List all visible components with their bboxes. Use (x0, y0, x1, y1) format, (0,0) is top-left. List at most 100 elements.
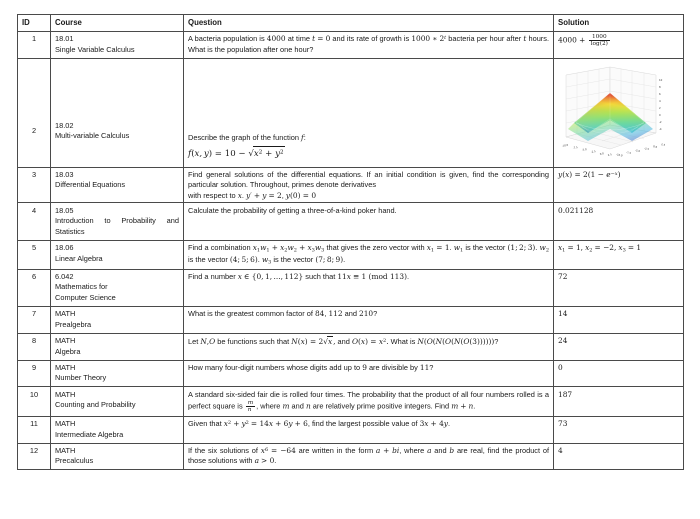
svg-text:-2.5: -2.5 (590, 149, 596, 154)
svg-text:2.5: 2.5 (607, 152, 612, 157)
cell-question: Find general solutions of the differenti… (183, 166, 554, 204)
question-text: Find general solutions of the differenti… (188, 169, 549, 190)
cell-id: 11 (17, 415, 51, 444)
svg-text:2: 2 (659, 106, 661, 110)
cell-solution: 24 (553, 332, 684, 361)
course-code: MATH (55, 336, 76, 345)
course-name: Precalculus (55, 456, 94, 466)
solution-text: 0.021128 (558, 205, 594, 215)
table-row: 5 18.06 Linear Algebra Find a combinatio… (17, 239, 684, 270)
svg-text:-2.5: -2.5 (643, 146, 649, 151)
cell-id: 1 (17, 30, 51, 59)
table-figure: ID Course Question Solution 1 18.01 Sing… (17, 14, 684, 471)
cell-id: 4 (17, 202, 51, 241)
cell-question: How many four-digit numbers whose digits… (183, 359, 554, 388)
column-header-question: Question (183, 14, 554, 32)
cell-question: What is the greatest common factor of 84… (183, 306, 554, 334)
cell-solution: 14 (553, 306, 684, 334)
cell-id: 5 (17, 239, 51, 270)
table-row: 2 18.02 Multi-variable Calculus Describe… (17, 57, 684, 168)
solution-text: 72 (558, 271, 568, 281)
course-code: MATH (55, 389, 76, 399)
svg-text:4: 4 (659, 99, 661, 103)
cell-solution: 0.021128 (553, 202, 684, 241)
course-name-2: Computer Science (55, 292, 116, 302)
svg-text:-2: -2 (659, 120, 662, 124)
course-code: MATH (55, 362, 76, 372)
cell-course: MATH Number Theory (50, 359, 184, 388)
cone-surface-plot: 10 8 64 20 -2 -4 -10.0 -7.5 -5.0 -2.5 0.… (558, 63, 680, 164)
table-row: 12 MATH Precalculus If the six solutions… (17, 442, 684, 471)
cell-question: Find a combination x1w1 + x2w2 + x3w3 th… (183, 239, 554, 270)
solution-text: 14 (558, 309, 568, 319)
svg-text:8: 8 (659, 85, 661, 89)
table-row: 8 MATH Algebra Let N,O be functions such… (17, 332, 684, 361)
z-axis-ticks: 10 8 6 4 2 0 -2 -4 (659, 78, 663, 131)
course-code: 18.06 (55, 242, 74, 252)
cell-question: Given that x2 + y2 = 14x + 6y + 6, find … (183, 415, 554, 444)
solution-text: 4000 + 1000 log(2) (558, 34, 610, 48)
course-code: MATH (55, 419, 76, 429)
course-name: Multi-variable Calculus (55, 131, 130, 141)
course-name: Introduction to Probability and Statisti… (55, 216, 179, 236)
svg-text:-7.5: -7.5 (625, 150, 631, 155)
table-row: 1 18.01 Single Variable Calculus A bacte… (17, 30, 684, 59)
question-text: Given that x2 + y2 = 14x + 6y + 6, find … (188, 419, 451, 429)
solution-text: 24 (558, 336, 568, 345)
column-header-id: ID (17, 14, 51, 32)
question-text-clipped: with respect to x. y′ + y = 2, y(0) = 0 (188, 190, 317, 200)
solution-text: 73 (558, 419, 568, 429)
course-code: 18.03 (55, 169, 74, 179)
question-text: A standard six-sided fair die is rolled … (188, 389, 549, 414)
cell-solution-figure: 10 8 64 20 -2 -4 -10.0 -7.5 -5.0 -2.5 0.… (553, 57, 684, 168)
table-body: 1 18.01 Single Variable Calculus A bacte… (17, 30, 684, 471)
question-text: Find a number x ∈ {0, 1, ..., 112} such … (188, 271, 410, 281)
course-code: MATH (55, 445, 76, 455)
column-header-course: Course (50, 14, 184, 32)
question-text: How many four-digit numbers whose digits… (188, 362, 434, 372)
cell-solution: 4000 + 1000 log(2) (553, 30, 684, 59)
table-row: 4 18.05 Introduction to Probability and … (17, 202, 684, 241)
cell-question: Calculate the probability of getting a t… (183, 202, 554, 241)
course-name: Mathematics for (55, 282, 108, 292)
cell-course: MATH Prealgebra (50, 306, 184, 334)
cell-course: 18.03 Differential Equations (50, 166, 184, 204)
cell-solution: x1 = 1, x2 = −2, x3 = 1 (553, 239, 684, 270)
cell-question: If the six solutions of x6 = −64 are wri… (183, 442, 554, 471)
cell-id: 6 (17, 268, 51, 308)
cell-question: A bacteria population is 4000 at time t … (183, 30, 554, 59)
cell-id: 2 (17, 57, 51, 168)
cell-course: 18.01 Single Variable Calculus (50, 30, 184, 59)
table-row: 10 MATH Counting and Probability A stand… (17, 386, 684, 417)
course-code: 6.042 (55, 271, 74, 281)
course-name: Differential Equations (55, 180, 126, 190)
course-name: Single Variable Calculus (55, 44, 135, 54)
svg-text:-5.0: -5.0 (634, 148, 640, 153)
table-header: ID Course Question Solution (17, 14, 684, 32)
cell-solution: y(x) = 2(1 − e−x) (553, 166, 684, 204)
surface3d-svg: 108 64 20 -2-4 -10.0 -7.5 -5.0 -2.5 0.0 … (561, 66, 665, 157)
cell-question: A standard six-sided fair die is rolled … (183, 386, 554, 417)
svg-text:0: 0 (659, 113, 661, 117)
cell-id: 7 (17, 306, 51, 334)
course-code: 18.01 (55, 34, 74, 44)
course-name: Intermediate Algebra (55, 429, 124, 439)
cell-solution: 72 (553, 268, 684, 308)
svg-text:0.0: 0.0 (599, 151, 604, 156)
course-name: Algebra (55, 346, 81, 356)
question-formula: f(x, y) = 10 − √x2 + y2 (188, 146, 549, 160)
svg-text:6: 6 (659, 92, 661, 96)
cell-id: 10 (17, 386, 51, 417)
cell-course: 18.02 Multi-variable Calculus (50, 57, 184, 168)
table-row: 7 MATH Prealgebra What is the greatest c… (17, 306, 684, 334)
table-header-row: ID Course Question Solution (17, 14, 684, 32)
svg-text:-5.0: -5.0 (581, 147, 587, 152)
course-name: Number Theory (55, 373, 107, 383)
solution-text: 4 (558, 445, 563, 455)
cell-question: Find a number x ∈ {0, 1, ..., 112} such … (183, 268, 554, 308)
question-text: Find a combination x1w1 + x2w2 + x3w3 th… (188, 242, 550, 265)
course-code: MATH (55, 309, 76, 319)
cell-question: Let N,O be functions such that N(x) = 2√… (183, 332, 554, 361)
column-header-solution: Solution (553, 14, 684, 32)
table-row: 11 MATH Intermediate Algebra Given that … (17, 415, 684, 444)
